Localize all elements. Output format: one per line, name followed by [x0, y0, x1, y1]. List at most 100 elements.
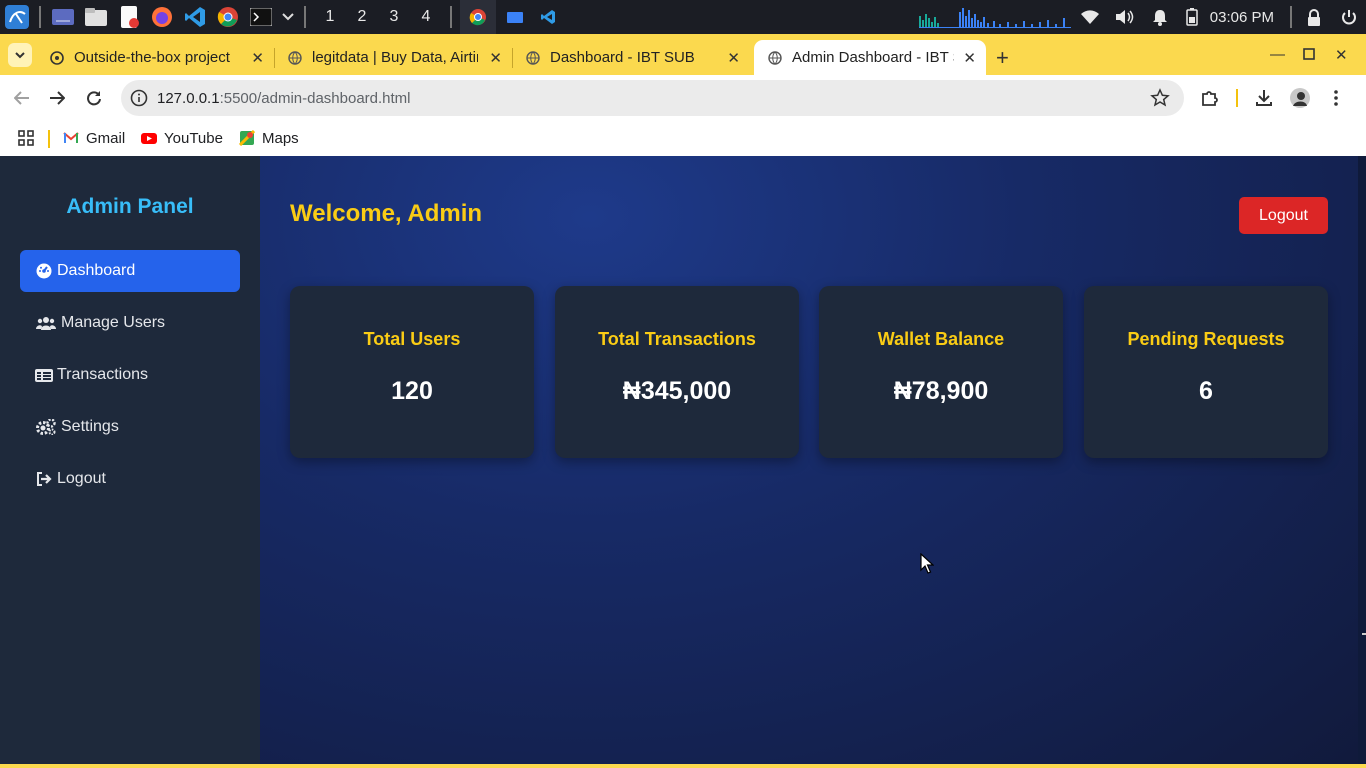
globe-icon [768, 50, 782, 65]
workspace-2[interactable]: 2 [346, 0, 378, 34]
close-tab-icon[interactable]: ✕ [727, 49, 740, 67]
close-window-icon[interactable]: ✕ [1335, 46, 1348, 64]
reload-icon[interactable] [82, 86, 106, 110]
downloads-icon[interactable] [1252, 86, 1276, 110]
workspace-1[interactable]: 1 [314, 0, 346, 34]
users-icon [35, 315, 57, 331]
stat-value: ₦345,000 [622, 377, 732, 405]
bookmarks-bar: Gmail YouTube Maps [0, 121, 1366, 156]
chrome-window-button[interactable] [460, 0, 496, 34]
openai-favicon-icon [50, 50, 64, 65]
sidebar-item-label: Manage Users [61, 314, 166, 331]
minimize-window-icon[interactable]: — [1270, 46, 1285, 63]
tab-search-button[interactable] [8, 43, 32, 67]
stat-title: Pending Requests [1127, 329, 1285, 349]
browser-tab-1[interactable]: Outside-the-box project ✕ [36, 40, 275, 75]
scrollbar-mark [1362, 633, 1366, 635]
sidebar-item-transactions[interactable]: Transactions [20, 354, 240, 396]
logout-button[interactable]: Logout [1239, 197, 1328, 234]
firefox-icon[interactable] [148, 3, 176, 31]
system-tray: 03:06 PM [918, 0, 1366, 34]
os-taskbar: 1 2 3 4 03:06 PM [0, 0, 1366, 34]
maximize-window-icon[interactable] [1303, 46, 1315, 64]
mouse-cursor-icon [920, 553, 934, 574]
extensions-puzzle-icon[interactable] [1198, 86, 1222, 110]
browser-tab-4-active[interactable]: Admin Dashboard - IBT SUB ✕ [754, 40, 986, 75]
profile-avatar[interactable] [1288, 86, 1312, 110]
gmail-icon [63, 132, 79, 143]
tab-title: legitdata | Buy Data, Airtime [312, 49, 478, 66]
id-card-icon [35, 367, 53, 383]
sidebar-item-label: Transactions [57, 366, 148, 383]
apps-grid-icon[interactable] [18, 126, 34, 150]
taskbar-separator [304, 6, 306, 28]
google-maps-icon [239, 130, 255, 146]
vscode-window-icon[interactable] [534, 3, 562, 31]
workspace-3[interactable]: 3 [378, 0, 410, 34]
sidebar-item-dashboard[interactable]: Dashboard [20, 250, 240, 292]
folder-window-icon[interactable] [501, 3, 529, 31]
system-clock[interactable]: 03:06 PM [1206, 9, 1286, 26]
workspace-4[interactable]: 4 [410, 0, 442, 34]
stat-title: Wallet Balance [877, 329, 1005, 349]
browser-toolbar: 127.0.0.1:5500/admin-dashboard.html [0, 75, 1366, 121]
dashboard-gauge-icon [35, 263, 53, 279]
text-editor-icon[interactable] [115, 3, 143, 31]
bookmark-gmail[interactable]: Gmail [63, 126, 125, 150]
stat-card-total-users: Total Users 120 [290, 286, 534, 458]
taskbar-separator [1290, 6, 1292, 28]
notification-bell-icon[interactable] [1143, 0, 1178, 34]
sidebar-item-manage-users[interactable]: Manage Users [20, 302, 240, 344]
file-manager-icon[interactable] [82, 3, 110, 31]
address-bar[interactable]: 127.0.0.1:5500/admin-dashboard.html [121, 80, 1184, 116]
terminal-icon[interactable] [247, 3, 275, 31]
close-tab-icon[interactable]: ✕ [963, 49, 976, 67]
wifi-icon[interactable] [1073, 0, 1108, 34]
tab-title: Dashboard - IBT SUB [550, 49, 695, 66]
desktop-icon[interactable] [49, 3, 77, 31]
kali-menu-icon[interactable] [3, 3, 31, 31]
site-info-icon[interactable] [129, 88, 149, 108]
welcome-heading: Welcome, Admin [290, 200, 483, 227]
url-path: :5500/admin-dashboard.html [219, 90, 411, 107]
close-tab-icon[interactable]: ✕ [251, 49, 264, 67]
network-graph-icon [918, 0, 1073, 34]
globe-icon [288, 50, 302, 65]
stat-value: ₦78,900 [893, 377, 989, 405]
bookmark-maps[interactable]: Maps [239, 126, 299, 150]
globe-icon [526, 50, 540, 65]
sidebar: Admin Panel Dashboard Manage Users Trans… [0, 156, 260, 764]
url-text[interactable]: 127.0.0.1:5500/admin-dashboard.html [157, 90, 411, 107]
sidebar-item-settings[interactable]: Settings [20, 406, 240, 448]
browser-tab-2[interactable]: legitdata | Buy Data, Airtime ✕ [274, 40, 513, 75]
chrome-icon[interactable] [214, 3, 242, 31]
toolbar-divider [1236, 89, 1238, 107]
browser-tab-strip: Outside-the-box project ✕ legitdata | Bu… [0, 34, 1366, 75]
bookmark-youtube[interactable]: YouTube [141, 126, 223, 150]
stat-value: 120 [391, 377, 433, 405]
forward-arrow-icon[interactable] [45, 86, 69, 110]
vscode-icon[interactable] [181, 3, 209, 31]
youtube-icon [141, 133, 157, 144]
sidebar-title: Admin Panel [66, 195, 194, 218]
browser-tab-3[interactable]: Dashboard - IBT SUB ✕ [512, 40, 750, 75]
chevron-down-icon [15, 51, 25, 58]
bookmark-star-icon[interactable] [1150, 88, 1170, 108]
taskbar-separator [450, 6, 452, 28]
volume-icon[interactable] [1108, 0, 1143, 34]
close-tab-icon[interactable]: ✕ [489, 49, 502, 67]
gears-icon [35, 419, 57, 435]
taskbar-separator [39, 6, 41, 28]
stat-title: Total Users [363, 329, 461, 349]
battery-icon[interactable] [1178, 0, 1206, 34]
bookmark-divider [48, 130, 50, 148]
new-tab-button[interactable]: + [996, 45, 1009, 71]
chevron-down-icon[interactable] [280, 3, 296, 31]
lock-screen-icon[interactable] [1296, 0, 1331, 34]
bookmark-label: YouTube [164, 129, 223, 147]
bookmark-label: Gmail [86, 129, 126, 147]
back-arrow-icon[interactable] [10, 86, 34, 110]
sidebar-item-logout[interactable]: Logout [20, 458, 240, 500]
power-icon[interactable] [1331, 0, 1366, 34]
more-menu-icon[interactable] [1324, 86, 1348, 110]
